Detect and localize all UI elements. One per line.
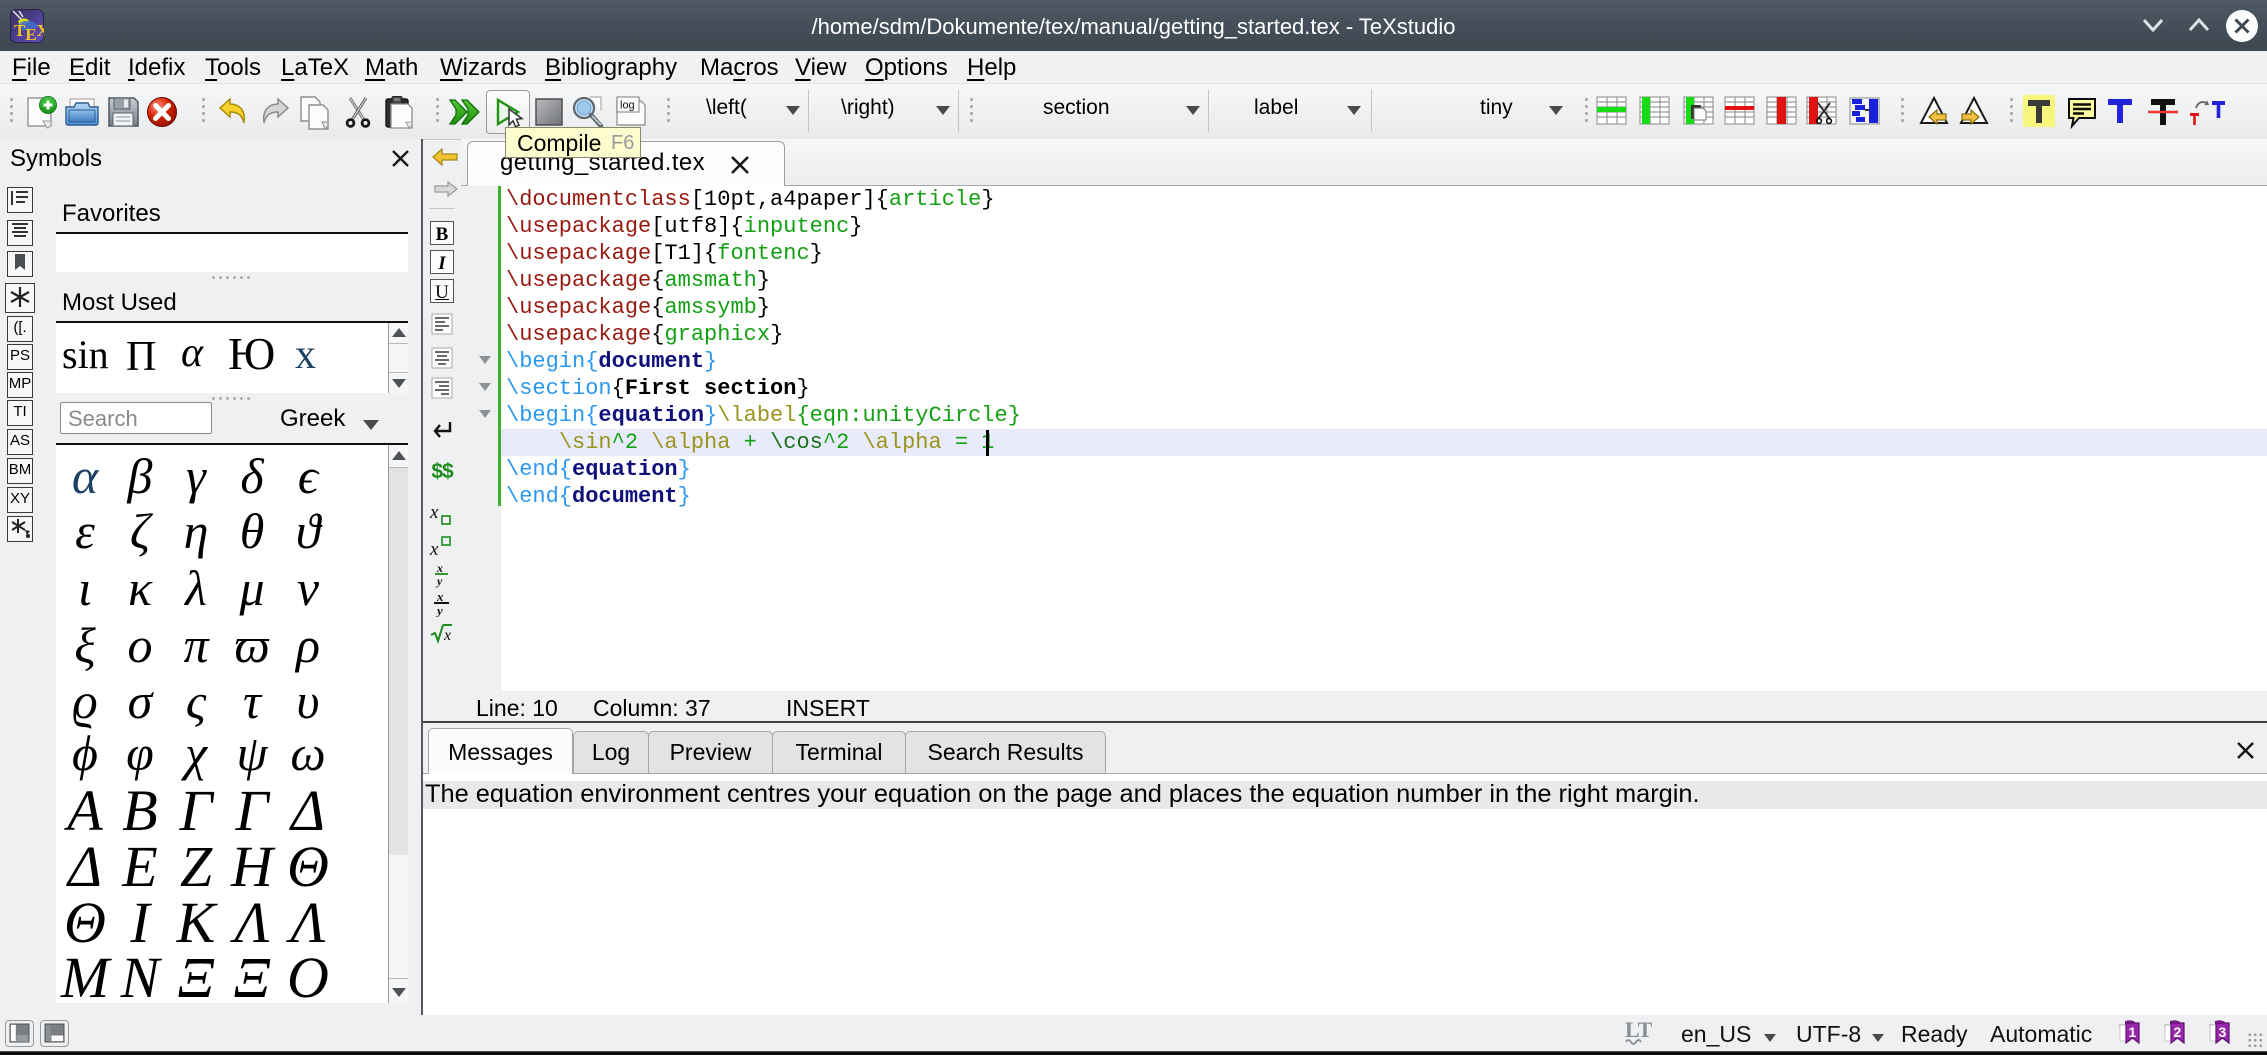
- svg-text:1: 1: [2129, 1024, 2137, 1040]
- svg-text:x: x: [429, 503, 439, 523]
- svg-text:3: 3: [2219, 1024, 2227, 1040]
- svg-text:LT: LT: [1625, 1019, 1653, 1042]
- svg-text:y: y: [435, 574, 443, 588]
- svg-text:x: x: [429, 539, 439, 559]
- svg-text:2: 2: [2174, 1024, 2182, 1040]
- svg-text:x: x: [443, 627, 451, 644]
- svg-text:y: y: [435, 603, 443, 617]
- svg-text:log: log: [620, 100, 635, 112]
